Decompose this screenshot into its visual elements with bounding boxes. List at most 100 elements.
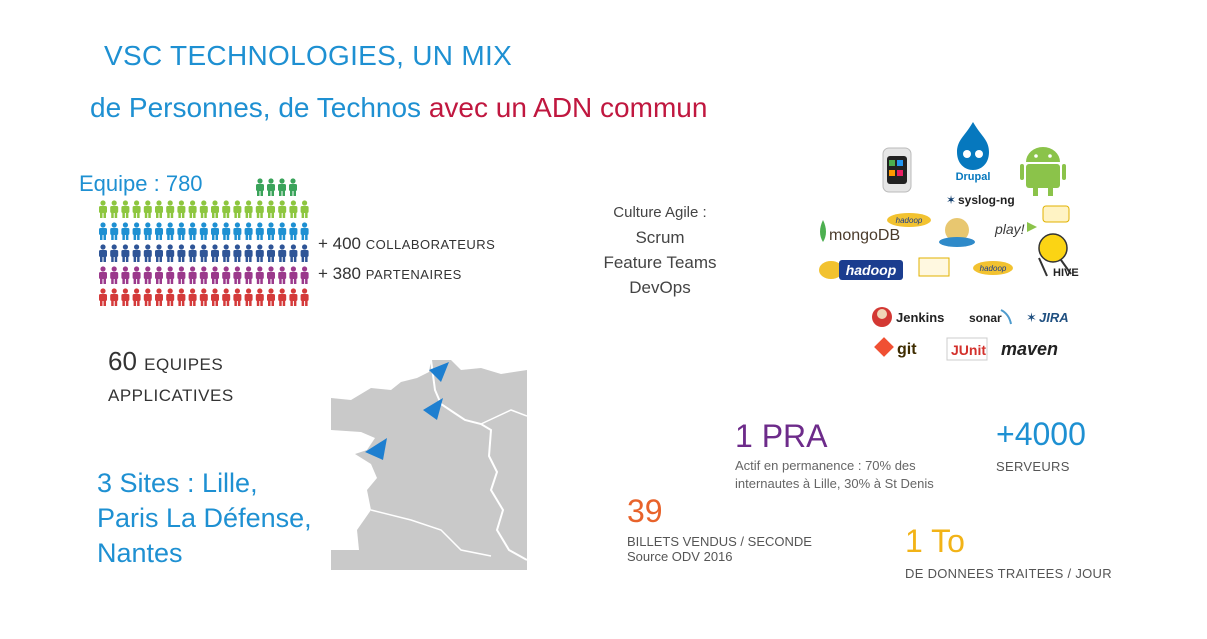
person-icon [211, 288, 219, 306]
culture-line-2: Scrum [635, 228, 685, 247]
person-icon [289, 222, 298, 240]
billets-description: BILLETS VENDUS / SECONDE Source ODV 2016 [627, 534, 812, 564]
hadoop-small-icon: hadoop [887, 213, 931, 227]
git-logo-text: git [897, 341, 917, 358]
person-icon [300, 244, 309, 262]
person-icon [121, 200, 130, 218]
person-icon [132, 200, 141, 218]
person-icon [222, 266, 231, 284]
person-icon [222, 222, 231, 240]
junit-icon: JUnit [946, 337, 988, 361]
pra-line-2: internautes à Lille, 30% à St Denis [735, 476, 934, 491]
person-icon [177, 244, 186, 262]
person-icon [166, 266, 175, 284]
person-icon [211, 200, 219, 218]
syslog-logo-text: syslog-ng [958, 193, 1015, 207]
serveurs-label: SERVEURS [996, 459, 1070, 474]
culture-line-4: DevOps [629, 278, 691, 297]
person-icon [110, 266, 119, 284]
person-icon [143, 200, 152, 218]
svg-text:hadoop: hadoop [980, 264, 1007, 273]
people-icon-grid [99, 178, 309, 306]
person-icon [255, 222, 264, 240]
person-icon [166, 222, 175, 240]
person-icon [199, 200, 208, 218]
billets-number: 39 [627, 493, 663, 529]
collab-text: COLLABORATEURS [365, 237, 496, 252]
person-icon [211, 266, 219, 284]
person-icon [99, 244, 107, 262]
partner-num: + 380 [318, 264, 366, 283]
person-icon [121, 222, 130, 240]
person-icon [99, 200, 107, 218]
person-icon [278, 222, 287, 240]
person-icon [278, 266, 287, 284]
person-icon [289, 200, 298, 218]
person-icon [267, 178, 275, 196]
person-icon [110, 288, 119, 306]
person-icon [244, 222, 253, 240]
hive-icon: HIVE [1038, 233, 1079, 279]
sonar-logo-text: sonar [969, 311, 1002, 325]
person-icon [99, 288, 107, 306]
person-icon [188, 244, 197, 262]
person-icon [211, 222, 219, 240]
person-icon [99, 222, 107, 240]
subtitle-part1: de Personnes, de Technos [90, 92, 429, 123]
slide-subtitle: de Personnes, de Technos avec un ADN com… [90, 92, 707, 124]
person-icon [132, 266, 141, 284]
sites-line-3: Nantes [97, 538, 183, 568]
person-icon [155, 244, 163, 262]
equipes-num: 60 [108, 346, 145, 376]
person-icon [255, 244, 264, 262]
person-icon [300, 266, 309, 284]
person-icon [166, 200, 175, 218]
person-icon [188, 222, 197, 240]
person-icon [244, 266, 253, 284]
apple-watch-icon [882, 147, 912, 193]
badge-icon [1042, 205, 1070, 223]
person-icon [289, 178, 297, 196]
person-icon [166, 244, 175, 262]
maven-logo-text: maven [1001, 339, 1058, 359]
person-icon [289, 244, 298, 262]
person-icon [222, 200, 231, 218]
person-icon [267, 244, 275, 262]
person-icon [132, 222, 141, 240]
person-icon [267, 200, 275, 218]
person-icon [188, 288, 197, 306]
sonar-icon: sonar [969, 309, 1012, 325]
hive-logo-text: HIVE [1053, 267, 1079, 279]
pra-number: 1 PRA [735, 418, 828, 454]
sites-line-2: Paris La Défense, [97, 503, 312, 533]
person-icon [278, 178, 286, 196]
person-icon [255, 266, 264, 284]
jenkins-icon: Jenkins [872, 307, 944, 327]
equipes-count: 60 EQUIPES [108, 346, 223, 377]
sites-block: 3 Sites : Lille, Paris La Défense, Nante… [97, 466, 312, 571]
person-icon [267, 288, 275, 306]
person-icon [255, 200, 264, 218]
donnees-label: DE DONNEES TRAITEES / JOUR [905, 566, 1112, 581]
billets-line-1: BILLETS VENDUS / SECONDE [627, 534, 812, 549]
mongodb-icon: mongoDB [820, 220, 900, 244]
person-icon [278, 244, 287, 262]
person-icon [143, 222, 152, 240]
pra-line-1: Actif en permanence : 70% des [735, 458, 916, 473]
equipes-word: EQUIPES [144, 355, 224, 374]
lognav-icon [918, 257, 950, 277]
pra-description: Actif en permanence : 70% des internaute… [735, 457, 934, 493]
sites-line-1: 3 Sites : Lille, [97, 468, 258, 498]
hadoop-icon: hadoop [819, 260, 903, 280]
person-icon [211, 244, 219, 262]
person-icon [244, 244, 253, 262]
person-icon [233, 222, 242, 240]
play-logo-text: play! [994, 221, 1025, 237]
person-icon [233, 266, 242, 284]
person-icon [166, 288, 175, 306]
collaborateurs-line: + 400 COLLABORATEURS [318, 234, 495, 254]
slide-title: VSC TECHNOLOGIES, UN MIX [104, 40, 513, 71]
person-icon [143, 288, 152, 306]
billets-line-2: Source ODV 2016 [627, 549, 733, 564]
culture-line-3: Feature Teams [603, 253, 717, 272]
